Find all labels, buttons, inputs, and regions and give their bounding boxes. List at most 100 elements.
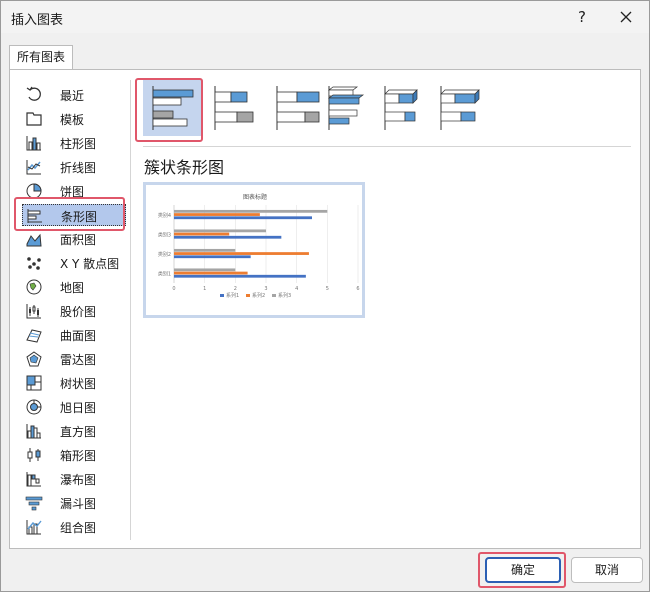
category-recent[interactable]: 最近 bbox=[22, 84, 126, 106]
dialog-title: 插入图表 bbox=[11, 13, 64, 28]
box-whisker-chart-icon bbox=[27, 448, 41, 462]
highlight-category bbox=[14, 197, 125, 231]
preview-legend-swatch bbox=[272, 294, 276, 297]
subtype-title: 簇状条形图 bbox=[144, 158, 225, 177]
cancel-button[interactable]: 取消 bbox=[571, 557, 643, 583]
category-combo[interactable]: 组合图 bbox=[22, 516, 126, 538]
preview-chart: 图表标题 0 1 2 3 4 5 6 类别1 类别2 类别3 类别4 系列1 系列2 系列3 bbox=[158, 193, 360, 299]
preview-category-label: 类别3 bbox=[158, 231, 171, 238]
preview-legend-label: 系列3 bbox=[278, 292, 291, 299]
title-bar: 插入图表 ? bbox=[1, 1, 649, 33]
category-label: 模板 bbox=[60, 113, 85, 127]
category-label: 面积图 bbox=[60, 233, 97, 247]
subtype-3d-clustered-bar[interactable] bbox=[319, 80, 379, 136]
category-label: 旭日图 bbox=[60, 401, 97, 415]
preview-bar bbox=[174, 248, 236, 252]
area-chart-icon bbox=[26, 233, 42, 247]
insert-chart-dialog: 插入图表 ? 所有图表 最近 模板 柱形图 折线图 饼图 条形图 面积图 X Y… bbox=[0, 0, 650, 592]
preview-bar bbox=[174, 252, 309, 255]
category-label: 直方图 bbox=[60, 425, 97, 439]
map-chart-icon bbox=[26, 279, 42, 295]
category-box-whisker[interactable]: 箱形图 bbox=[22, 444, 126, 466]
subtype-3d-stacked-bar[interactable] bbox=[375, 80, 435, 136]
category-label: 最近 bbox=[60, 89, 85, 103]
category-stock[interactable]: 股价图 bbox=[22, 300, 126, 322]
preview-bar bbox=[174, 235, 282, 239]
preview-category-label: 类别4 bbox=[158, 212, 171, 219]
category-label: 漏斗图 bbox=[60, 497, 97, 511]
radar-chart-icon bbox=[26, 351, 42, 367]
sunburst-chart-icon bbox=[26, 399, 42, 415]
preview-legend: 系列1 系列2 系列3 bbox=[220, 292, 291, 299]
surface-chart-icon bbox=[26, 329, 42, 343]
category-label: 曲面图 bbox=[60, 329, 97, 343]
preview-x-tick-label: 2 bbox=[234, 286, 237, 292]
tab-all-charts[interactable]: 所有图表 bbox=[9, 45, 73, 69]
category-label: 柱形图 bbox=[60, 137, 97, 151]
preview-bar bbox=[174, 229, 266, 233]
highlight-subtype bbox=[135, 78, 203, 142]
preview-bars bbox=[174, 209, 328, 278]
preview-legend-label: 系列2 bbox=[252, 292, 265, 299]
category-waterfall[interactable]: 瀑布图 bbox=[22, 468, 126, 490]
preview-bar bbox=[174, 255, 251, 259]
category-treemap[interactable]: 树状图 bbox=[22, 372, 126, 394]
histogram-chart-icon bbox=[26, 424, 41, 439]
line-chart-icon bbox=[26, 160, 41, 175]
waterfall-chart-icon bbox=[26, 472, 41, 487]
preview-legend-swatch bbox=[246, 294, 250, 297]
subtype-stacked-bar[interactable] bbox=[205, 80, 265, 136]
preview-legend-swatch bbox=[220, 294, 224, 297]
category-label: 地图 bbox=[60, 281, 85, 295]
preview-bar bbox=[174, 274, 306, 278]
treemap-chart-icon bbox=[26, 375, 42, 391]
preview-labels: 0 1 2 3 4 5 6 类别1 类别2 类别3 类别4 bbox=[158, 212, 360, 292]
ok-button[interactable]: 确定 bbox=[485, 557, 561, 583]
category-label: 树状图 bbox=[60, 377, 97, 391]
category-label: 股价图 bbox=[60, 305, 97, 319]
funnel-chart-icon bbox=[25, 496, 43, 511]
category-surface[interactable]: 曲面图 bbox=[22, 324, 126, 346]
stacked-bar-icon bbox=[214, 86, 254, 130]
preview-category-label: 类别2 bbox=[158, 251, 171, 258]
preview-bar bbox=[174, 213, 260, 216]
3d-clustered-bar-icon bbox=[327, 86, 365, 130]
3d-stacked-bar-icon bbox=[384, 86, 418, 130]
template-icon bbox=[26, 112, 42, 126]
category-label: X Y 散点图 bbox=[60, 257, 120, 271]
preview-x-tick-label: 3 bbox=[264, 286, 267, 292]
preview-x-tick-label: 0 bbox=[172, 286, 175, 292]
subtype-divider bbox=[143, 146, 631, 147]
category-label: 组合图 bbox=[60, 521, 97, 535]
category-histogram[interactable]: 直方图 bbox=[22, 420, 126, 442]
subtype-100-stacked-bar[interactable] bbox=[267, 80, 327, 136]
combo-chart-icon bbox=[26, 520, 42, 535]
category-sunburst[interactable]: 旭日图 bbox=[22, 396, 126, 418]
category-funnel[interactable]: 漏斗图 bbox=[22, 492, 126, 514]
preview-bar bbox=[174, 232, 230, 236]
subtype-3d-100-stacked-bar[interactable] bbox=[431, 80, 491, 136]
panel-divider bbox=[130, 80, 131, 540]
category-map[interactable]: 地图 bbox=[22, 276, 126, 298]
preview-bar bbox=[174, 271, 248, 275]
category-line[interactable]: 折线图 bbox=[22, 156, 126, 178]
preview-bar bbox=[174, 209, 328, 213]
category-column[interactable]: 柱形图 bbox=[22, 132, 126, 154]
chart-panel: 最近 模板 柱形图 折线图 饼图 条形图 面积图 X Y 散点图 地图 股价图 … bbox=[9, 69, 641, 549]
category-template[interactable]: 模板 bbox=[22, 108, 126, 130]
preview-x-tick-label: 5 bbox=[326, 286, 329, 292]
preview-category-label: 类别1 bbox=[158, 270, 171, 277]
preview-bar bbox=[174, 268, 236, 272]
category-label: 瀑布图 bbox=[60, 473, 97, 487]
preview-x-tick-label: 1 bbox=[203, 286, 206, 292]
close-button[interactable] bbox=[613, 5, 639, 29]
preview-x-tick-label: 6 bbox=[356, 286, 359, 292]
preview-legend-label: 系列1 bbox=[226, 292, 239, 299]
category-area[interactable]: 面积图 bbox=[22, 228, 126, 250]
chart-preview[interactable]: 图表标题 0 1 2 3 4 5 6 类别1 类别2 类别3 类别4 系列1 系列2 系列3 bbox=[143, 182, 365, 318]
category-scatter[interactable]: X Y 散点图 bbox=[22, 252, 126, 274]
close-icon bbox=[620, 11, 632, 23]
category-radar[interactable]: 雷达图 bbox=[22, 348, 126, 370]
help-button[interactable]: ? bbox=[569, 5, 595, 29]
category-label: 雷达图 bbox=[60, 353, 97, 367]
